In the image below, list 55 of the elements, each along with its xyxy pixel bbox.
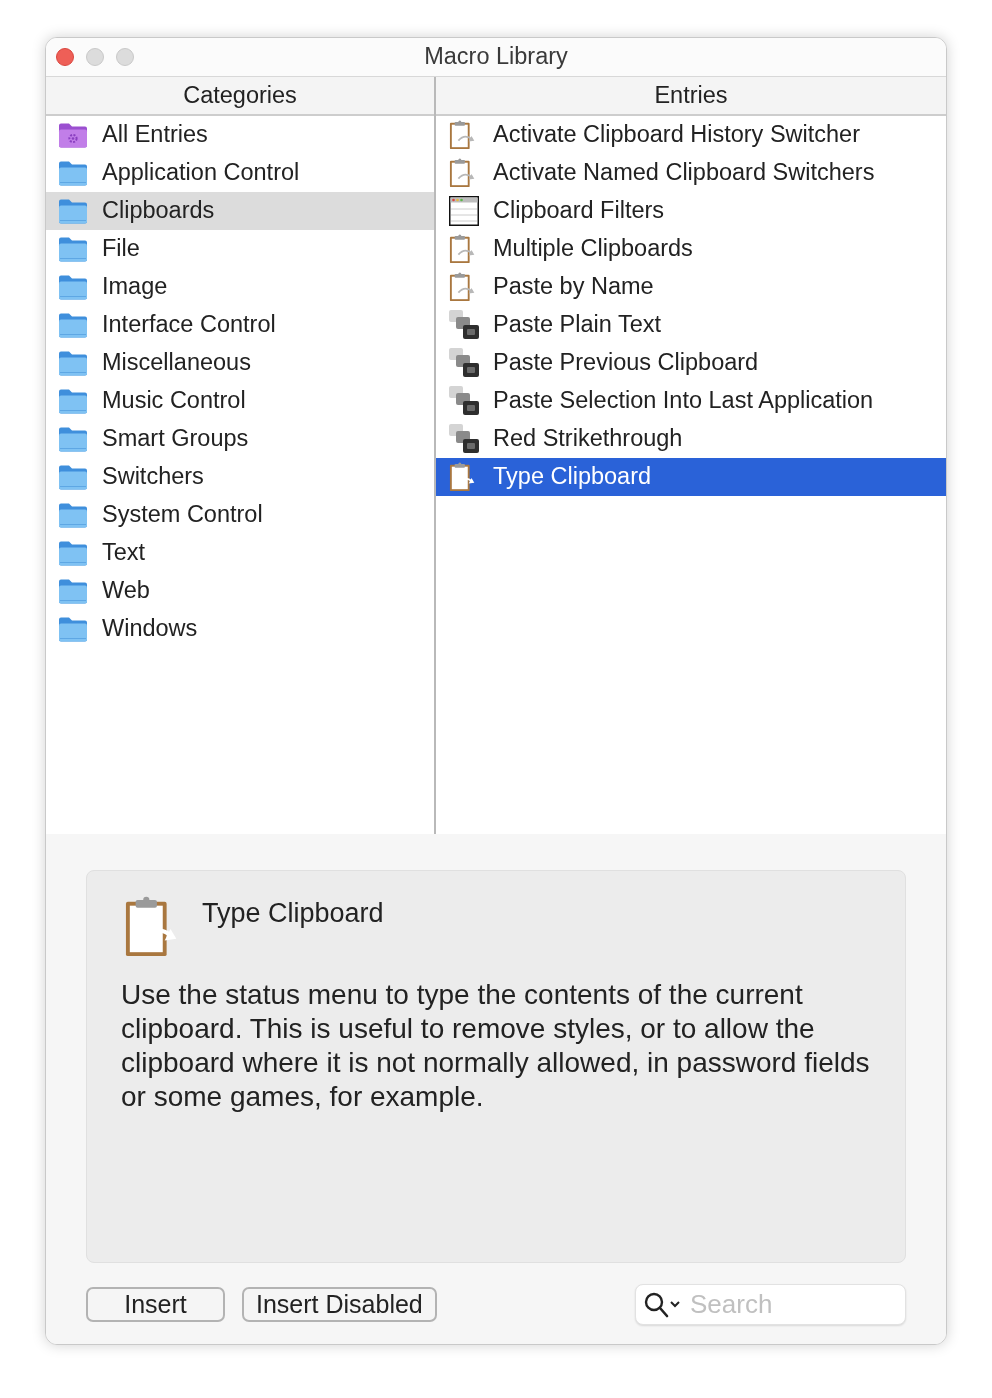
entry-item[interactable]: Type Clipboard bbox=[436, 458, 946, 496]
folder-icon bbox=[58, 349, 88, 377]
detail-description: Use the status menu to type the contents of the current clipboard. This is useful to remove styles, or to allow the clipboard where it is not normally allowed, in password fields or some games, for example. bbox=[121, 978, 871, 1114]
entry-item[interactable]: Paste Previous Clipboard bbox=[436, 344, 946, 382]
stacked-squares-icon bbox=[449, 386, 479, 416]
folder-icon bbox=[58, 425, 88, 453]
category-item[interactable]: File bbox=[46, 230, 434, 268]
category-item[interactable]: Miscellaneous bbox=[46, 344, 434, 382]
window-icon bbox=[449, 196, 479, 226]
category-item[interactable]: Web bbox=[46, 572, 434, 610]
category-item[interactable]: Application Control bbox=[46, 154, 434, 192]
entry-item[interactable]: Activate Named Clipboard Switchers bbox=[436, 154, 946, 192]
detail-title: Type Clipboard bbox=[202, 897, 384, 929]
zoom-button[interactable] bbox=[116, 48, 134, 66]
category-item[interactable]: Smart Groups bbox=[46, 420, 434, 458]
minimize-button[interactable] bbox=[86, 48, 104, 66]
stacked-squares-icon bbox=[449, 310, 479, 340]
folder-icon bbox=[58, 235, 88, 263]
insert-button[interactable]: Insert Disabled bbox=[242, 1287, 437, 1322]
folder-icon bbox=[58, 159, 88, 187]
entry-item[interactable]: Paste Selection Into Last Application bbox=[436, 382, 946, 420]
category-item[interactable]: Windows bbox=[46, 610, 434, 648]
category-item[interactable]: Image bbox=[46, 268, 434, 306]
folder-icon bbox=[58, 197, 88, 225]
category-item[interactable]: Interface Control bbox=[46, 306, 434, 344]
column-header[interactable]: Categories bbox=[46, 77, 434, 116]
folder-icon bbox=[58, 577, 88, 605]
stacked-squares-icon bbox=[449, 348, 479, 378]
folder-icon bbox=[58, 501, 88, 529]
entry-item[interactable]: Red Strikethrough bbox=[436, 420, 946, 458]
window-title: Macro Library bbox=[424, 42, 568, 72]
folder-icon bbox=[58, 387, 88, 415]
folder-icon bbox=[58, 539, 88, 567]
smart-folder-icon bbox=[58, 121, 88, 149]
category-item[interactable]: Text bbox=[46, 534, 434, 572]
category-item[interactable]: System Control bbox=[46, 496, 434, 534]
category-item[interactable]: Switchers bbox=[46, 458, 434, 496]
folder-icon bbox=[58, 273, 88, 301]
category-item[interactable]: Music Control bbox=[46, 382, 434, 420]
folder-icon bbox=[58, 311, 88, 339]
entry-item[interactable]: Clipboard Filters bbox=[436, 192, 946, 230]
search-field[interactable]: Search bbox=[635, 1284, 906, 1325]
entry-item[interactable]: Activate Clipboard History Switcher bbox=[436, 116, 946, 154]
entry-item[interactable]: Multiple Clipboards bbox=[436, 230, 946, 268]
category-item[interactable]: Clipboards bbox=[46, 192, 434, 230]
category-item[interactable]: All Entries bbox=[46, 116, 434, 154]
entry-item[interactable]: Paste Plain Text bbox=[436, 306, 946, 344]
close-button[interactable] bbox=[56, 48, 74, 66]
insert-button[interactable]: Insert bbox=[86, 1287, 225, 1322]
stacked-squares-icon bbox=[449, 424, 479, 454]
entry-item[interactable]: Paste by Name bbox=[436, 268, 946, 306]
column-header[interactable]: Entries bbox=[436, 77, 946, 116]
folder-icon bbox=[58, 463, 88, 491]
folder-icon bbox=[58, 615, 88, 643]
search-icon bbox=[644, 1292, 681, 1318]
